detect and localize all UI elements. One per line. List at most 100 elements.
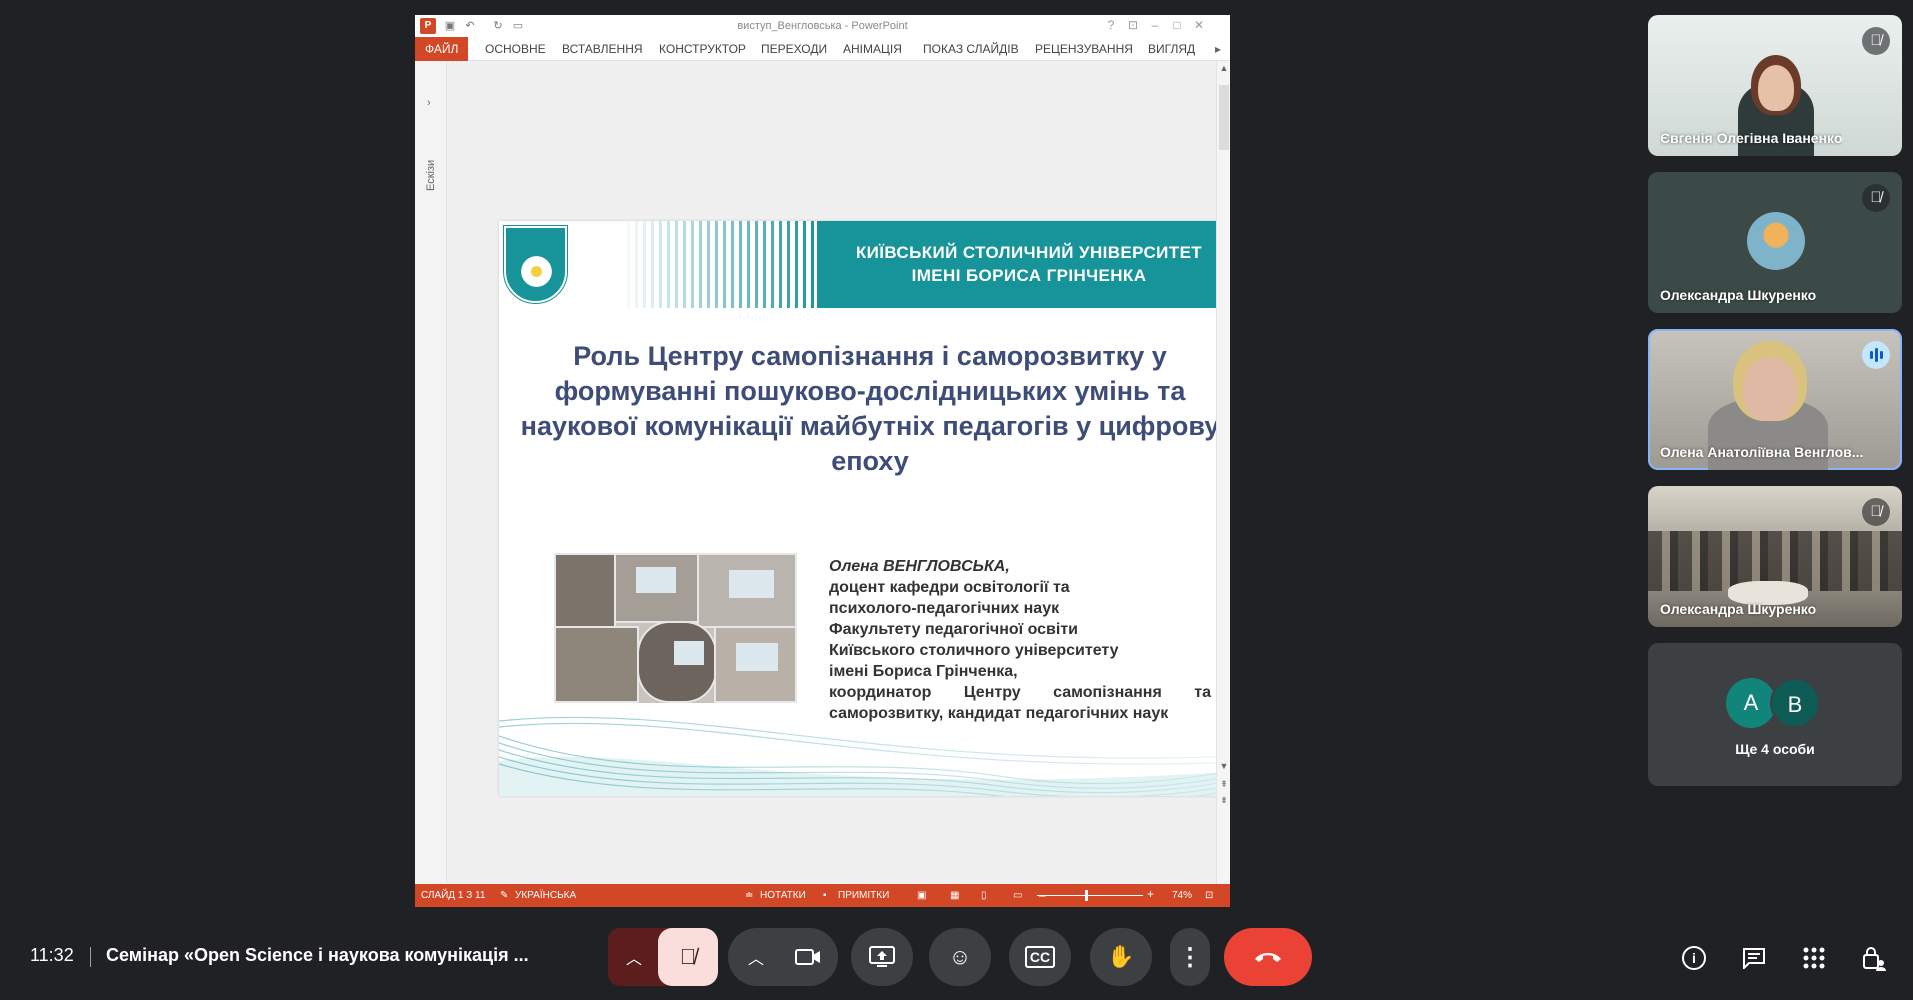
notes-button[interactable]: НОТАТКИ [760,890,806,901]
tab-insert[interactable]: ВСТАВЛЕННЯ [562,37,643,61]
info-icon: i [1682,946,1706,970]
author-line: імені Бориса Грінченка, [829,663,1018,680]
captions-button[interactable]: CC [1009,928,1071,986]
hand-icon: ✋ [1107,944,1135,969]
apps-grid-icon [1803,947,1825,969]
meeting-details-button[interactable]: i [1674,938,1714,978]
more-options-button[interactable]: ⋮ [1170,928,1210,986]
comments-icon[interactable]: ▪ [823,890,827,901]
maximize-icon[interactable]: □ [1169,18,1185,32]
participant-tile[interactable]: 🎙̸ Олександра Шкуренко [1648,486,1902,627]
banner-stripes [619,221,819,308]
normal-view-icon[interactable]: ▣ [917,890,926,901]
scroll-up-icon[interactable]: ▲ [1217,63,1230,73]
status-language[interactable]: УКРАЇНСЬКА [515,890,576,901]
avatar [1747,212,1805,270]
participant-tile-active-speaker[interactable]: Олена Анатоліївна Венглов... [1648,329,1902,470]
close-icon[interactable]: ✕ [1191,18,1207,32]
university-name: КИЇВСЬКИЙ СТОЛИЧНИЙ УНІВЕРСИТЕТ ІМЕНІ БО… [855,243,1203,285]
slide-author-block: Олена ВЕНГЛОВСЬКА, доцент кафедри освіто… [829,556,1211,724]
author-line: саморозвитку, кандидат педагогічних наук [829,705,1169,722]
camera-toggle-button[interactable] [778,928,838,986]
previous-slide-icon[interactable]: ⇞ [1217,779,1230,790]
ribbon-scroll-right-icon[interactable]: ▸ [1215,37,1221,61]
vertical-scrollbar[interactable]: ▲ ▼ ⇞ ⇟ [1216,61,1230,899]
mic-off-icon: 🎙̸ [1862,184,1890,212]
zoom-slider[interactable] [1037,895,1143,896]
chat-icon [1743,948,1765,969]
clock: 11:32 [30,945,74,965]
fit-to-window-icon[interactable]: ⊡ [1205,890,1213,901]
next-slide-icon[interactable]: ⇟ [1217,795,1230,806]
scroll-thumb[interactable] [1219,85,1229,150]
meeting-title[interactable]: Семінар «Open Science і наукова комуніка… [106,945,529,966]
tab-review[interactable]: РЕЦЕНЗУВАННЯ [1035,37,1133,61]
tab-transitions[interactable]: ПЕРЕХОДИ [761,37,827,61]
zoom-slider-knob[interactable] [1085,890,1088,901]
status-slide-counter: СЛАЙД 1 З 11 [421,890,486,901]
chevron-up-icon[interactable]: ︿ [626,945,642,969]
microphone-toggle-button[interactable]: 🎙̸ [658,928,718,986]
avatar: B [1770,678,1820,728]
zoom-in-icon[interactable]: + [1147,887,1154,901]
zoom-level[interactable]: 74% [1172,890,1192,901]
present-screen-icon [869,946,895,967]
emoji-reactions-button[interactable]: ☺ [929,928,991,986]
thumbnail-pane-label: Ескізи [425,159,437,191]
host-controls-button[interactable] [1854,938,1894,978]
reading-view-icon[interactable]: ▯ [981,890,987,901]
minimize-icon[interactable]: – [1147,18,1163,32]
thumbnail-pane-collapsed[interactable]: › Ескізи [415,61,447,899]
slideshow-view-icon[interactable]: ▭ [1013,890,1022,901]
participant-face [1743,357,1797,421]
mic-off-icon: 🎙̸ [679,944,697,969]
university-crest-icon [503,225,568,304]
participant-name: Євгенія Олегівна Іваненко [1660,130,1843,146]
tab-animations[interactable]: АНІМАЦІЯ [843,37,902,61]
slide-photo-collage [554,553,797,703]
help-icon[interactable]: ? [1103,18,1119,32]
slide-title: Роль Центру самопізнання і саморозвитку … [520,341,1220,476]
tab-design[interactable]: КОНСТРУКТОР [659,37,746,61]
mic-off-icon: 🎙̸ [1862,27,1890,55]
tab-slideshow[interactable]: ПОКАЗ СЛАЙДІВ [923,37,1019,61]
scroll-down-icon[interactable]: ▼ [1217,761,1230,771]
speaking-indicator-icon [1862,341,1890,369]
more-participants-label: Ще 4 особи [1735,741,1815,757]
tab-file[interactable]: ФАЙЛ [415,37,469,61]
hang-up-icon [1255,953,1281,962]
participant-tile[interactable]: 🎙̸ Олександра Шкуренко [1648,172,1902,313]
tab-home[interactable]: ОСНОВНЕ [485,37,546,61]
notes-icon[interactable]: ≐ [745,890,753,901]
comments-button[interactable]: ПРИМІТКИ [838,890,889,901]
camera-icon [795,949,820,965]
expand-chevron-icon[interactable]: › [427,97,431,109]
chevron-up-icon[interactable]: ︿ [748,945,764,969]
participant-name: Олександра Шкуренко [1660,601,1817,617]
slide-university-banner: КИЇВСЬКИЙ СТОЛИЧНИЙ УНІВЕРСИТЕТ ІМЕНІ БО… [499,221,1230,308]
shared-screen-powerpoint: P ▣ ↶ ↻ ▭ виступ_Венгловська - PowerPoin… [415,15,1230,907]
tab-view[interactable]: ВИГЛЯД [1148,37,1195,61]
ribbon-options-icon[interactable]: ⊡ [1125,18,1141,32]
slide-editing-canvas[interactable]: КИЇВСЬКИЙ СТОЛИЧНИЙ УНІВЕРСИТЕТ ІМЕНІ БО… [447,61,1230,907]
smiley-icon: ☺ [948,944,972,969]
meet-call-screen: P ▣ ↶ ↻ ▭ виступ_Венгловська - PowerPoin… [0,0,1913,1000]
slide-1[interactable]: КИЇВСЬКИЙ СТОЛИЧНИЙ УНІВЕРСИТЕТ ІМЕНІ БО… [499,221,1230,796]
participant-tile[interactable]: 🎙̸ Євгенія Олегівна Іваненко [1648,15,1902,156]
chat-button[interactable] [1734,938,1774,978]
avatar: A [1726,678,1776,728]
leave-call-button[interactable] [1224,928,1312,986]
present-screen-button[interactable] [851,928,913,986]
author-line: Київського столичного університету [829,642,1119,659]
participant-name: Олександра Шкуренко [1660,287,1817,303]
spellcheck-icon[interactable]: ✎ [500,890,508,901]
author-name: Олена ВЕНГЛОВСЬКА, [829,558,1010,575]
raise-hand-button[interactable]: ✋ [1090,928,1152,986]
slide-sorter-icon[interactable]: ▦ [950,890,959,901]
closed-captions-icon: CC [1024,946,1056,968]
activities-button[interactable] [1794,938,1834,978]
divider [90,947,91,967]
lock-person-icon [1863,947,1886,971]
author-line: Факультету педагогічної освіти [829,621,1078,638]
more-participants-tile[interactable]: A B Ще 4 особи [1648,643,1902,786]
